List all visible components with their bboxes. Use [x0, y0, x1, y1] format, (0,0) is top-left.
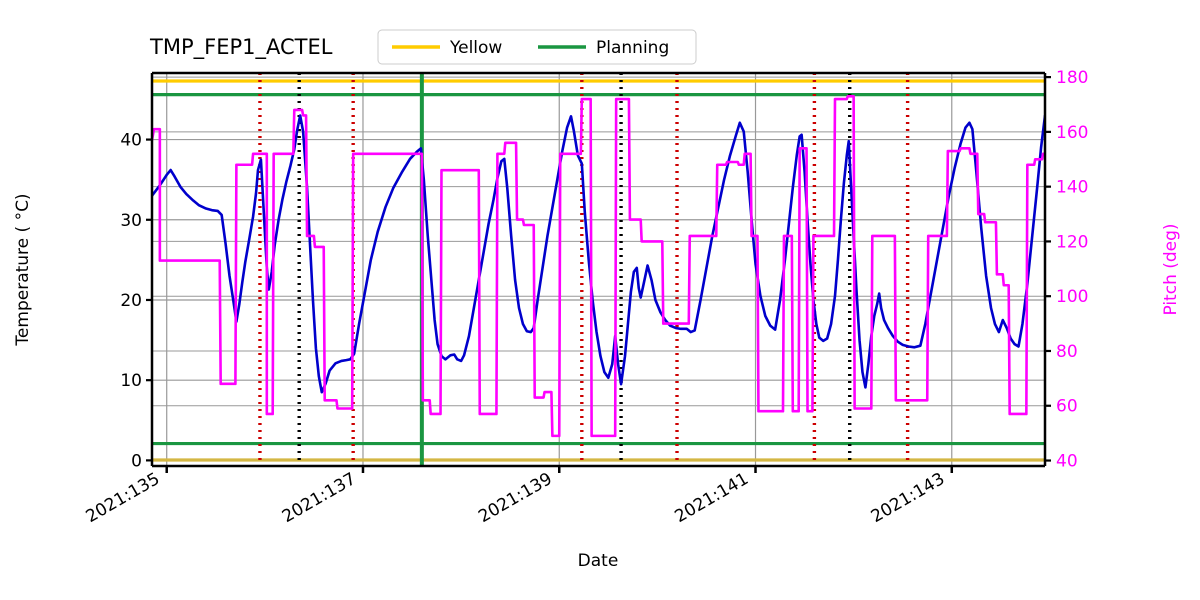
y-tick-label-left: 30 [120, 211, 142, 231]
y-tick-label-right: 180 [1056, 68, 1088, 88]
y-tick-label-right: 80 [1056, 342, 1078, 362]
chart-root: 0 10 20 30 40 40 60 80 100 120 140 160 180 2021:135 20… [0, 0, 1200, 600]
y-axis-label-right: Pitch (deg) [1161, 223, 1181, 315]
page-title: TMP_FEP1_ACTEL [149, 35, 333, 60]
x-tick-label: 2021:143 [868, 469, 949, 527]
y-tick-label-right: 40 [1056, 452, 1078, 472]
y-tick-label-right: 100 [1056, 287, 1088, 307]
y-tick-label-left: 10 [120, 371, 142, 391]
x-axis-label: Date [578, 551, 619, 571]
x-tick-label: 2021:139 [475, 469, 556, 527]
y-tick-label-left: 20 [120, 291, 142, 311]
x-tick-label: 2021:141 [671, 469, 752, 527]
y-tick-label-right: 140 [1056, 178, 1088, 198]
legend-label-planning: Planning [596, 38, 669, 58]
chart-legend[interactable]: Yellow Planning [377, 29, 697, 65]
y-axis-label-left: Temperature ( °C) [13, 193, 33, 346]
y-tick-label-right: 160 [1056, 123, 1088, 143]
x-tick-label: 2021:135 [83, 469, 164, 527]
y-tick-label-right: 120 [1056, 232, 1088, 252]
temperature-pitch-chart: 0 10 20 30 40 40 60 80 100 120 140 160 180 2021:135 20… [13, 29, 1181, 571]
y-tick-label-left: 0 [131, 451, 142, 471]
y-tick-label-left: 40 [120, 131, 142, 151]
x-tick-label: 2021:137 [279, 469, 360, 527]
y-tick-label-right: 60 [1056, 397, 1078, 417]
legend-label-yellow: Yellow [449, 38, 502, 58]
